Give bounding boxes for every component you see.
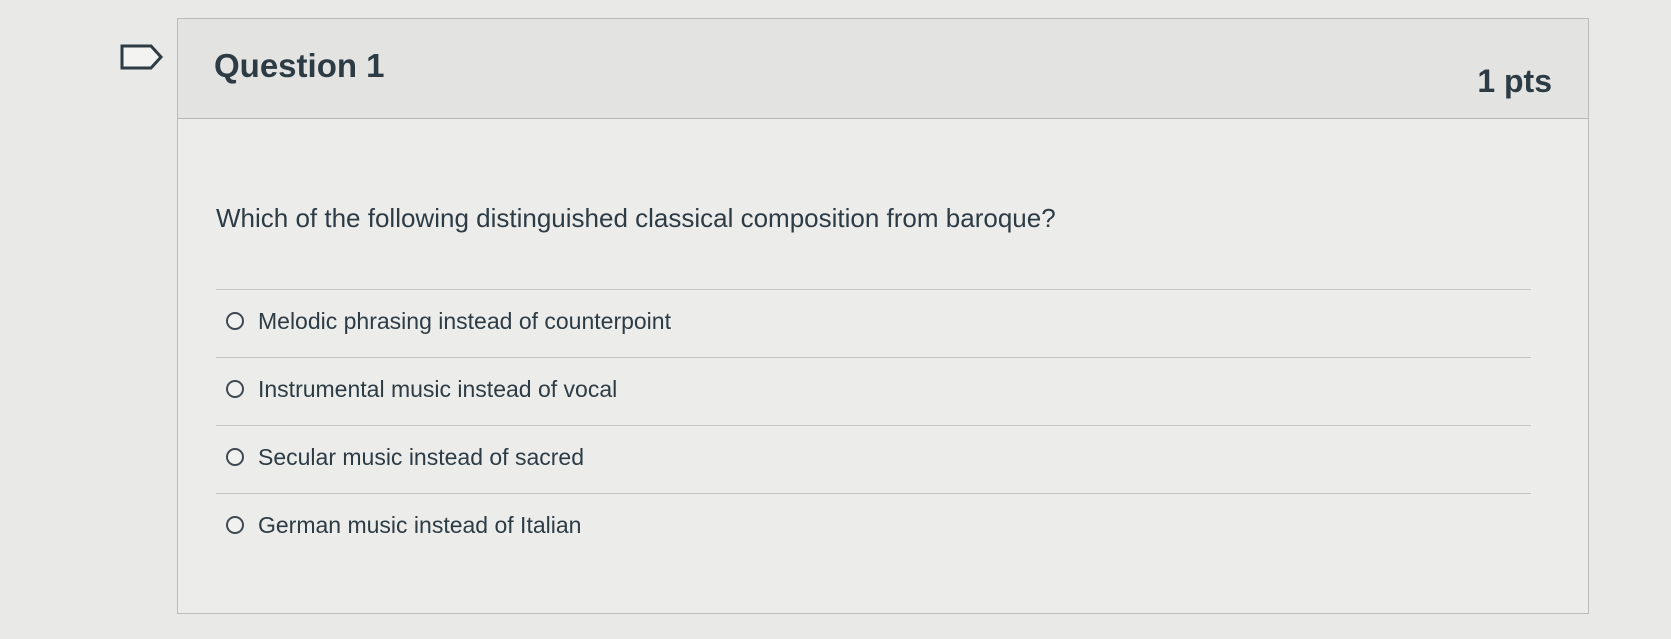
answer-label[interactable]: Instrumental music instead of vocal	[258, 376, 617, 403]
answer-option[interactable]: German music instead of Italian	[216, 493, 1531, 561]
answer-option[interactable]: Instrumental music instead of vocal	[216, 357, 1531, 425]
answer-option[interactable]: Secular music instead of sacred	[216, 425, 1531, 493]
question-header: Question 1 1 pts	[178, 19, 1588, 119]
radio-button[interactable]	[226, 380, 244, 398]
question-title: Question 1	[214, 47, 385, 84]
answer-label[interactable]: Secular music instead of sacred	[258, 444, 584, 471]
answer-list: Melodic phrasing instead of counterpoint…	[216, 289, 1531, 561]
answer-label[interactable]: Melodic phrasing instead of counterpoint	[258, 308, 671, 335]
flag-icon[interactable]	[120, 44, 164, 70]
answer-option[interactable]: Melodic phrasing instead of counterpoint	[216, 289, 1531, 357]
answer-label[interactable]: German music instead of Italian	[258, 512, 581, 539]
radio-button[interactable]	[226, 312, 244, 330]
question-points: 1 pts	[1477, 63, 1552, 99]
radio-button[interactable]	[226, 448, 244, 466]
radio-button[interactable]	[226, 516, 244, 534]
question-text: Which of the following distinguished cla…	[216, 203, 1056, 233]
question-card: Question 1 1 pts Which of the following …	[177, 18, 1589, 614]
question-body: Which of the following distinguished cla…	[178, 119, 1588, 615]
